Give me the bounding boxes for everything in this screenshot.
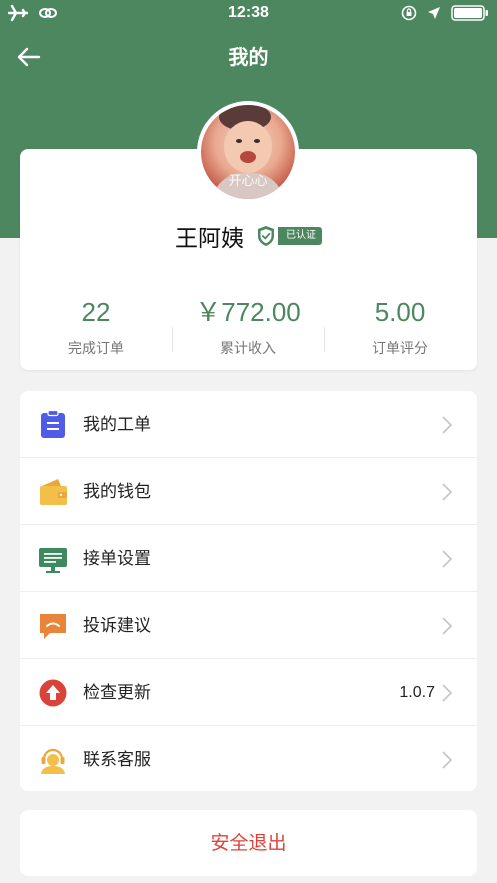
menu-item-order-settings[interactable]: 接单设置 xyxy=(20,525,477,592)
status-bar: 12:38 xyxy=(0,0,497,28)
verified-label: 已认证 xyxy=(278,227,322,245)
menu-item-check-update[interactable]: 检查更新 1.0.7 xyxy=(20,659,477,726)
stat-order-rating: 5.00 订单评分 xyxy=(324,295,476,358)
menu-item-work-orders[interactable]: 我的工单 xyxy=(20,391,477,458)
chevron-right-icon xyxy=(442,550,453,568)
chevron-right-icon xyxy=(442,684,453,702)
support-icon xyxy=(41,748,65,774)
menu-label: 接单设置 xyxy=(83,549,151,569)
user-name: 王阿姨 xyxy=(175,226,244,252)
menu-label: 我的工单 xyxy=(83,415,151,435)
update-icon xyxy=(39,679,67,707)
clipboard-icon xyxy=(41,410,65,438)
stat-completed-orders: 22 完成订单 xyxy=(20,295,172,358)
user-info: 王阿姨 已认证 xyxy=(0,218,497,254)
feedback-icon xyxy=(40,614,66,639)
battery-icon xyxy=(451,5,488,21)
chevron-right-icon xyxy=(442,416,453,434)
avatar[interactable]: 开心心 xyxy=(201,105,295,199)
stat-label: 订单评分 xyxy=(372,341,428,357)
menu-label: 联系客服 xyxy=(83,750,151,770)
menu-label: 投诉建议 xyxy=(83,616,151,636)
chevron-right-icon xyxy=(442,751,453,769)
monitor-icon xyxy=(39,548,67,573)
shield-check-icon xyxy=(258,226,274,246)
avatar-caption: 开心心 xyxy=(228,174,268,189)
stat-value: ￥772.00 xyxy=(195,297,301,327)
stat-label: 完成订单 xyxy=(68,341,124,357)
menu-label: 我的钱包 xyxy=(83,482,151,502)
verified-badge: 已认证 xyxy=(256,225,322,247)
stat-label: 累计收入 xyxy=(220,341,276,357)
page-title: 我的 xyxy=(228,45,269,69)
stat-value: 22 xyxy=(81,297,111,327)
stat-value: 5.00 xyxy=(374,297,426,327)
chevron-right-icon xyxy=(442,483,453,501)
stat-total-income: ￥772.00 累计收入 xyxy=(172,295,324,358)
location-icon xyxy=(428,7,440,19)
menu-item-feedback[interactable]: 投诉建议 xyxy=(20,592,477,659)
logout-button[interactable]: 安全退出 xyxy=(20,810,477,876)
menu-item-customer-service[interactable]: 联系客服 xyxy=(20,726,477,793)
wallet-icon xyxy=(40,479,67,505)
menu-item-wallet[interactable]: 我的钱包 xyxy=(20,458,477,525)
rotation-lock-icon xyxy=(401,5,417,21)
chevron-right-icon xyxy=(442,617,453,635)
menu-label: 检查更新 xyxy=(83,683,151,703)
menu-list: 我的工单 我的钱包 接单设置 投诉建议 检查更新 1.0.7 联系客服 xyxy=(20,391,477,791)
version-number: 1.0.7 xyxy=(399,684,435,701)
avatar-frame: 开心心 xyxy=(197,101,299,203)
